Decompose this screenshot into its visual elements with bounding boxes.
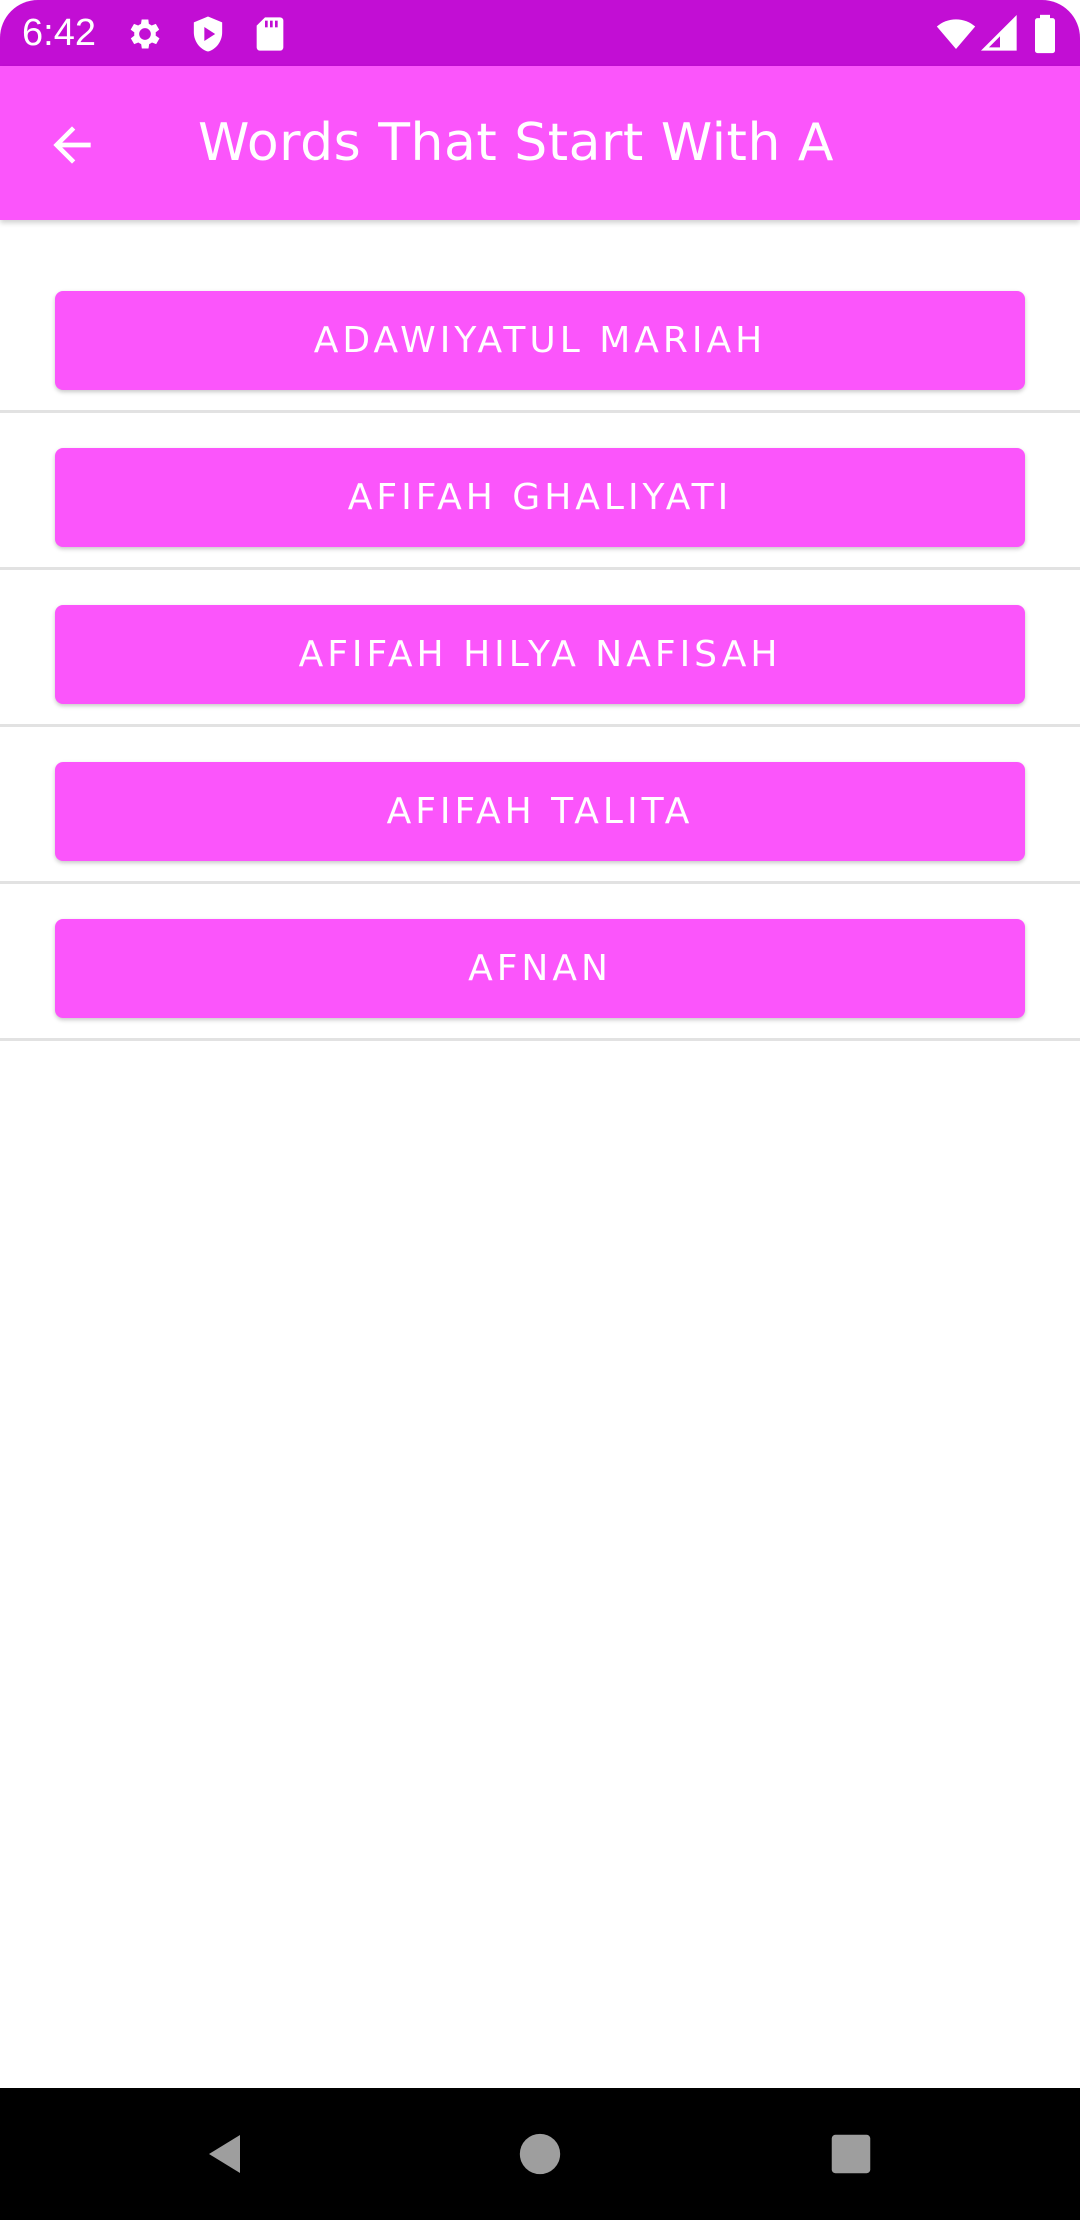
home-circle-icon [519, 2133, 561, 2175]
nav-recents-button[interactable] [811, 2114, 891, 2194]
list-item: ADAWIYATUL MARIAH [0, 256, 1080, 413]
play-shield-icon [188, 14, 228, 54]
navigation-bar [0, 2088, 1080, 2220]
word-button-afnan[interactable]: AFNAN [55, 919, 1025, 1018]
list-item: AFIFAH HILYA NAFISAH [0, 570, 1080, 727]
status-time: 6:42 [22, 12, 96, 54]
word-button-afifah-talita[interactable]: AFIFAH TALITA [55, 762, 1025, 861]
arrow-back-icon [53, 126, 91, 164]
battery-icon [1030, 14, 1060, 54]
back-triangle-icon [209, 2135, 240, 2173]
page-title: Words That Start With A [198, 113, 835, 173]
sd-card-icon [250, 14, 290, 54]
wifi-icon [934, 14, 978, 54]
word-list: ADAWIYATUL MARIAH AFIFAH GHALIYATI AFIFA… [0, 256, 1080, 1041]
list-item: AFIFAH TALITA [0, 727, 1080, 884]
back-button[interactable] [36, 109, 108, 181]
nav-back-button[interactable] [186, 2114, 266, 2194]
word-button-afifah-hilya-nafisah[interactable]: AFIFAH HILYA NAFISAH [55, 605, 1025, 704]
screen: 6:42 Words That Start With A ADAWIYATUL … [0, 0, 1080, 2220]
signal-icon [980, 14, 1020, 54]
list-item: AFNAN [0, 884, 1080, 1041]
app-bar: Words That Start With A [0, 66, 1080, 220]
gear-icon [125, 14, 165, 54]
word-button-adawiyatul-mariah[interactable]: ADAWIYATUL MARIAH [55, 291, 1025, 390]
nav-home-button[interactable] [500, 2114, 580, 2194]
status-bar: 6:42 [0, 0, 1080, 66]
word-button-afifah-ghaliyati[interactable]: AFIFAH GHALIYATI [55, 448, 1025, 547]
list-item: AFIFAH GHALIYATI [0, 413, 1080, 570]
recents-square-icon [831, 2134, 871, 2174]
